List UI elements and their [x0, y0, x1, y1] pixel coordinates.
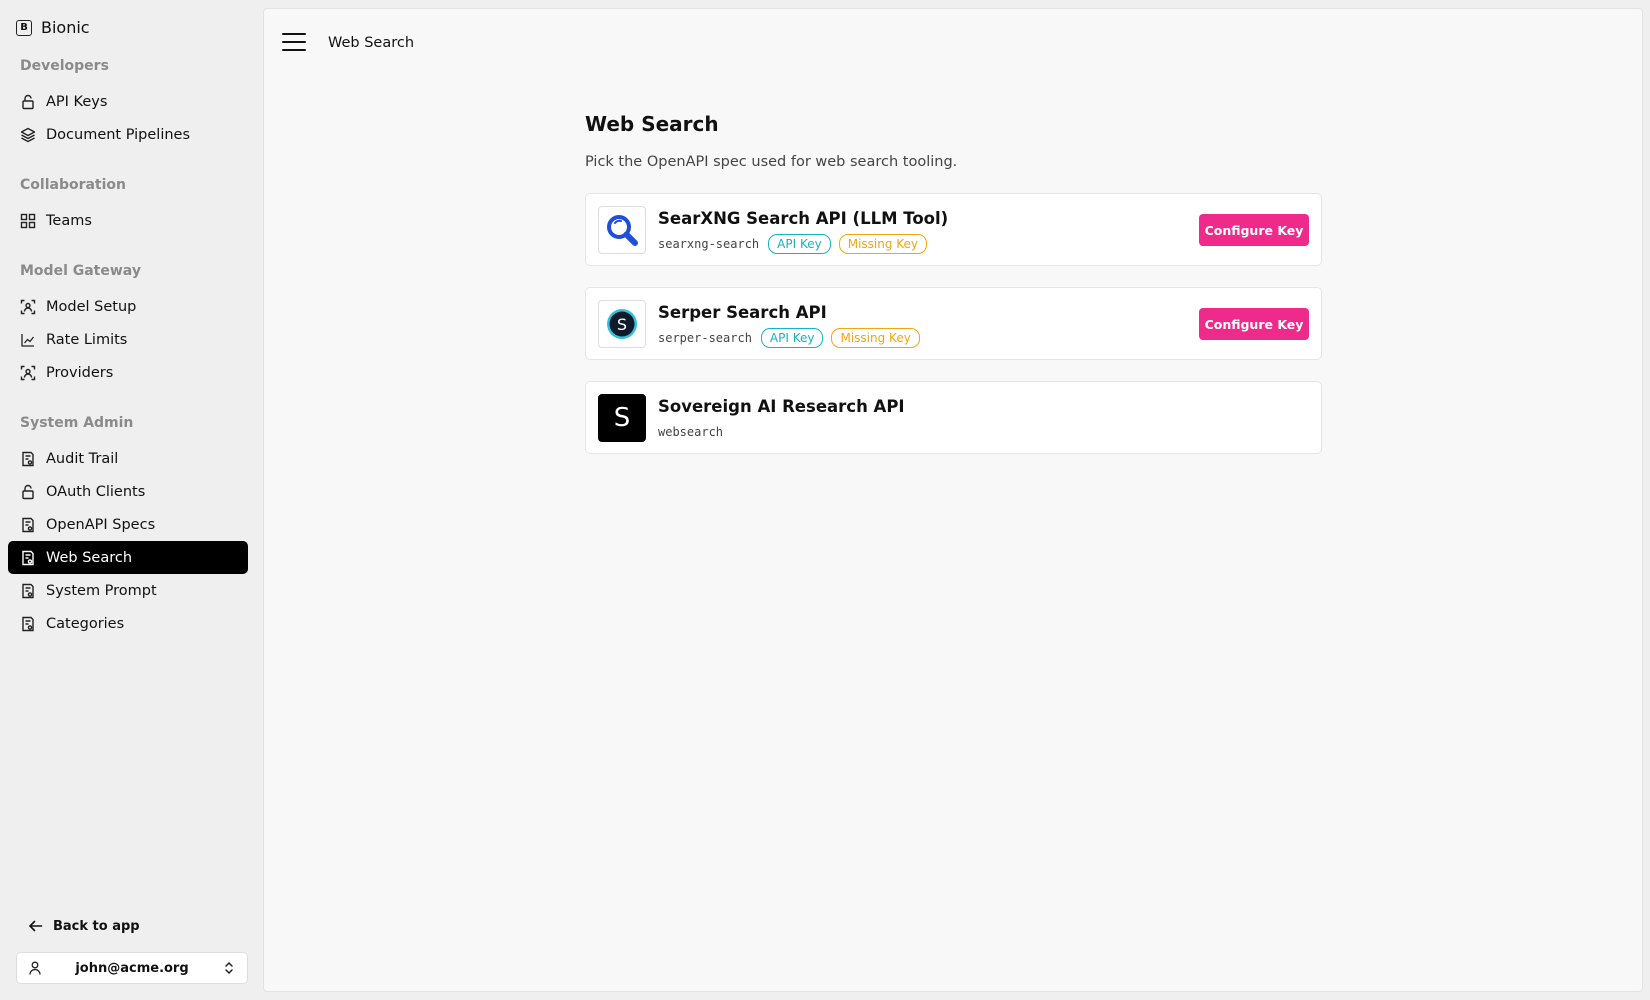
lock-icon — [20, 94, 36, 110]
brand-logo: B — [16, 19, 32, 36]
sidebar-item-label: OAuth Clients — [46, 483, 146, 500]
document-icon — [20, 517, 36, 533]
user-menu[interactable]: john@acme.org — [16, 952, 248, 984]
sidebar-item-oauth-clients[interactable]: OAuth Clients — [8, 475, 248, 508]
sidebar-item-openapi-specs[interactable]: OpenAPI Specs — [8, 508, 248, 541]
sidebar-item-web-search[interactable]: Web Search — [8, 541, 248, 574]
spec-name: Serper Search API — [658, 303, 827, 322]
page-subtitle: Pick the OpenAPI spec used for web searc… — [585, 154, 958, 170]
missing-key-badge: Missing Key — [831, 328, 920, 349]
spec-card-serper[interactable]: S Serper Search API serper-search API Ke… — [585, 287, 1322, 360]
serper-logo-letter: S — [617, 315, 627, 334]
serper-logo-icon: S — [598, 300, 646, 348]
chart-icon — [20, 332, 36, 348]
sidebar-item-label: Categories — [46, 615, 125, 632]
spec-slug: serper-search — [658, 331, 752, 346]
page-title: Web Search — [585, 112, 719, 136]
breadcrumb: Web Search — [328, 35, 415, 51]
scan-icon — [20, 365, 36, 381]
sidebar-item-categories[interactable]: Categories — [8, 607, 248, 640]
user-icon — [27, 960, 43, 976]
section-title-developers: Developers — [20, 58, 109, 74]
back-to-app-link[interactable]: Back to app — [28, 918, 140, 934]
main-panel: Web Search Web Search Pick the OpenAPI s… — [263, 8, 1643, 992]
sidebar-item-label: Model Setup — [46, 298, 137, 315]
sidebar-item-rate-limits[interactable]: Rate Limits — [8, 323, 248, 356]
sidebar-item-label: Rate Limits — [46, 331, 128, 348]
section-title-system-admin: System Admin — [20, 415, 134, 431]
spec-name: SearXNG Search API (LLM Tool) — [658, 209, 949, 228]
sidebar-item-label: OpenAPI Specs — [46, 516, 156, 533]
sidebar-item-label: API Keys — [46, 93, 108, 110]
user-email: john@acme.org — [75, 960, 189, 976]
api-key-badge: API Key — [768, 234, 831, 255]
brand[interactable]: B Bionic — [16, 18, 90, 37]
api-key-badge: API Key — [760, 328, 824, 349]
document-icon — [20, 550, 36, 566]
spec-slug: websearch — [658, 425, 724, 439]
sidebar-item-label: Document Pipelines — [46, 126, 191, 143]
chevron-up-down-icon — [221, 960, 237, 976]
sidebar-item-label: Teams — [46, 212, 92, 229]
document-icon — [20, 583, 36, 599]
spec-meta: websearch — [658, 425, 724, 439]
grid-icon — [20, 213, 36, 229]
hamburger-menu-icon[interactable] — [282, 33, 306, 53]
spec-slug: searxng-search — [658, 237, 760, 252]
document-icon — [20, 616, 36, 632]
magnifier-logo-icon — [598, 206, 646, 254]
spec-meta: searxng-search API Key Missing Key — [658, 234, 928, 255]
document-icon — [20, 451, 36, 467]
spec-card-searxng[interactable]: SearXNG Search API (LLM Tool) searxng-se… — [585, 193, 1322, 266]
scan-icon — [20, 299, 36, 315]
section-title-collaboration: Collaboration — [20, 177, 127, 193]
sidebar-item-providers[interactable]: Providers — [8, 356, 248, 389]
lock-icon — [20, 484, 36, 500]
spec-name: Sovereign AI Research API — [658, 397, 905, 416]
configure-key-button[interactable]: Configure Key — [1199, 308, 1309, 340]
spec-card-sovereign[interactable]: S Sovereign AI Research API websearch — [585, 381, 1322, 454]
sidebar-item-label: Web Search — [46, 549, 133, 566]
back-to-app-label: Back to app — [53, 918, 140, 934]
sidebar-item-label: System Prompt — [46, 582, 157, 599]
arrow-left-icon — [28, 918, 44, 934]
missing-key-badge: Missing Key — [838, 234, 928, 255]
brand-name: Bionic — [41, 18, 90, 37]
sidebar-item-audit-trail[interactable]: Audit Trail — [8, 442, 248, 475]
sidebar-item-label: Providers — [46, 364, 114, 381]
layers-icon — [20, 127, 36, 143]
sidebar-item-label: Audit Trail — [46, 450, 119, 467]
sidebar-item-teams[interactable]: Teams — [8, 204, 248, 237]
section-title-model-gateway: Model Gateway — [20, 263, 141, 279]
sidebar-item-model-setup[interactable]: Model Setup — [8, 290, 248, 323]
sidebar-item-document-pipelines[interactable]: Document Pipelines — [8, 118, 248, 151]
spec-meta: serper-search API Key Missing Key — [658, 328, 920, 349]
sidebar-item-api-keys[interactable]: API Keys — [8, 85, 248, 118]
sidebar-item-system-prompt[interactable]: System Prompt — [8, 574, 248, 607]
sovereign-logo-icon: S — [598, 394, 646, 442]
sidebar: B Bionic Developers API Keys Document Pi… — [0, 0, 263, 1000]
configure-key-button[interactable]: Configure Key — [1199, 214, 1309, 246]
